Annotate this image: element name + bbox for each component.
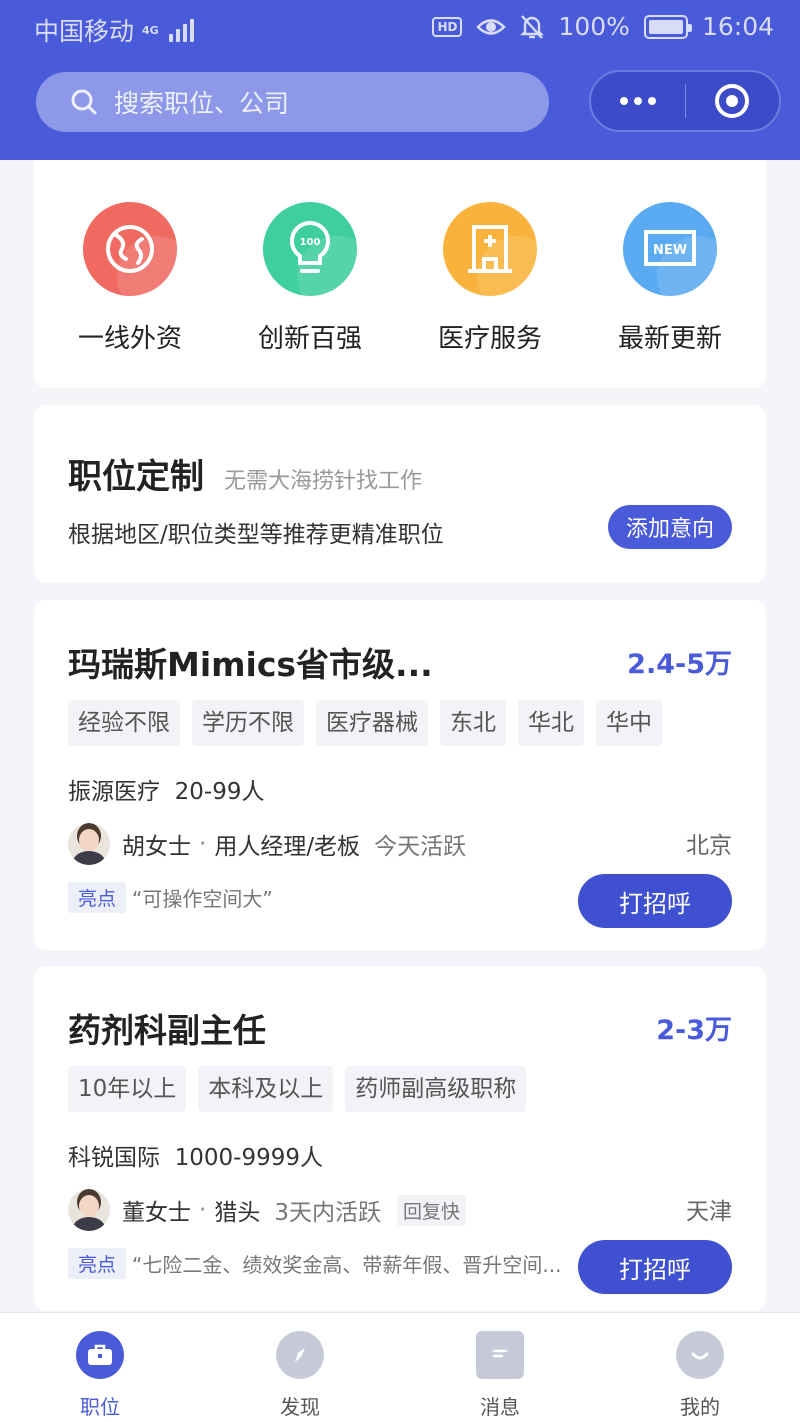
tab-profile[interactable]: 我的 [600,1313,800,1422]
recruiter-role: 用人经理/老板 [214,834,361,860]
job-tag: 经验不限 [68,700,180,746]
eye-icon [476,18,507,35]
job-tag: 华北 [518,700,584,746]
highlight-text: “七险二金、绩效奖金高、带薪年假、晋升空间... [132,1253,562,1277]
company-info: 振源医疗 20-99人 [68,772,264,806]
job-title: 药剂科副主任 [68,1011,266,1050]
job-salary: 2.4-5万 [627,649,732,680]
job-customize-card: 职位定制 无需大海捞针找工作 根据地区/职位类型等推荐更精准职位 添加意向 [34,405,766,583]
category-label: 一线外资 [77,324,182,354]
tab-label: 发现 [280,1395,320,1419]
search-icon [71,89,97,115]
job-city: 天津 [686,1199,732,1225]
hospital-icon [443,202,537,296]
clock: 16:04 [701,12,774,41]
signal-icon [168,18,194,42]
briefcase-icon [76,1331,124,1379]
job-tag: 药师副高级职称 [345,1066,527,1112]
job-highlight: 亮点 “可操作空间大” [68,882,568,913]
job-tag: 学历不限 [192,700,304,746]
more-dots-icon [619,97,656,105]
active-status: 今天活跃 [374,834,467,860]
company-name: 振源医疗 [68,779,160,805]
message-icon [476,1331,524,1379]
tab-discover[interactable]: 发现 [200,1313,400,1422]
bottom-tab-bar: 职位 发现 消息 我的 [0,1312,800,1422]
battery-percent: 100% [558,12,630,41]
customize-description: 根据地区/职位类型等推荐更精准职位 [68,522,444,548]
job-tag: 医疗器械 [316,700,428,746]
dot-separator: · [199,1197,207,1223]
add-preference-button[interactable]: 添加意向 [608,505,732,549]
lightbulb-icon: 100 [263,202,357,296]
tab-messages[interactable]: 消息 [400,1313,600,1422]
profile-icon [676,1331,724,1379]
network-type: 4G [142,23,159,37]
recruiter-info: 胡女士 · 用人经理/老板 今天活跃 [68,822,466,866]
job-tag: 10年以上 [68,1066,187,1112]
job-city: 北京 [686,833,732,859]
highlight-badge: 亮点 [68,1248,127,1279]
category-item-medical[interactable]: 医疗服务 [410,202,570,388]
category-item-innovation[interactable]: 100 创新百强 [230,202,390,388]
mute-bell-icon [520,14,545,39]
active-status: 3天内活跃 [274,1200,381,1226]
company-size: 20-99人 [174,779,265,805]
job-card[interactable]: 药剂科副主任 2-3万 10年以上 本科及以上 药师副高级职称 科锐国际 100… [34,966,766,1311]
category-item-latest[interactable]: NEW 最新更新 [590,202,750,388]
close-miniprogram-button[interactable] [686,72,780,130]
greet-button[interactable]: 打招呼 [578,1240,732,1294]
svg-text:100: 100 [300,237,321,248]
new-badge-icon: NEW [623,202,717,296]
battery-icon [643,14,692,39]
recruiter-role: 猎头 [214,1200,261,1226]
job-tags: 10年以上 本科及以上 药师副高级职称 [68,1066,527,1112]
customize-subtitle: 无需大海捞针找工作 [224,469,423,494]
tab-jobs[interactable]: 职位 [0,1313,200,1422]
recruiter-name: 胡女士 [122,834,191,860]
reply-fast-badge: 回复快 [396,1194,466,1226]
category-label: 医疗服务 [437,324,542,354]
category-label: 最新更新 [617,324,722,354]
job-title: 玛瑞斯Mimics省市级... [68,645,433,684]
miniprogram-capsule [589,70,781,132]
category-item-foreign[interactable]: 一线外资 [50,202,210,388]
job-tag: 本科及以上 [198,1066,334,1112]
company-size: 1000-9999人 [174,1145,323,1171]
search-input[interactable]: 搜索职位、公司 [36,72,549,132]
customize-title: 职位定制 [68,457,204,497]
recruiter-info: 董女士 · 猎头 3天内活跃 回复快 [68,1188,466,1232]
job-tags: 经验不限 学历不限 医疗器械 东北 华北 华中 [68,700,662,746]
job-tag: 华中 [596,700,662,746]
avatar [68,1189,110,1231]
globe-icon [83,202,177,296]
more-button[interactable] [591,72,685,130]
job-salary: 2-3万 [656,1015,732,1046]
status-bar: 中国移动 4G HD 100% 16:04 [0,0,800,56]
hd-icon: HD [432,16,463,37]
tab-label: 职位 [80,1395,120,1419]
recruiter-name: 董女士 [122,1200,191,1226]
company-name: 科锐国际 [68,1145,160,1171]
company-info: 科锐国际 1000-9999人 [68,1138,323,1172]
category-card: 一线外资 100 创新百强 医疗服务 NEW 最新更新 [34,160,766,388]
tab-label: 消息 [480,1395,520,1419]
highlight-text: “可操作空间大” [132,887,273,911]
greet-button[interactable]: 打招呼 [578,874,732,928]
dot-separator: · [199,831,207,857]
target-icon [715,84,750,118]
compass-icon [276,1331,324,1379]
search-placeholder: 搜索职位、公司 [114,89,290,118]
job-card[interactable]: 玛瑞斯Mimics省市级... 2.4-5万 经验不限 学历不限 医疗器械 东北… [34,600,766,950]
svg-text:NEW: NEW [653,243,687,258]
tab-label: 我的 [680,1395,720,1419]
app-header: 中国移动 4G HD 100% 16:04 搜索职位、公司 [0,0,800,160]
job-highlight: 亮点 “七险二金、绩效奖金高、带薪年假、晋升空间... [68,1248,568,1279]
avatar [68,823,110,865]
highlight-badge: 亮点 [68,882,127,913]
category-label: 创新百强 [257,324,362,354]
job-tag: 东北 [440,700,506,746]
carrier-name: 中国移动 [34,17,135,46]
